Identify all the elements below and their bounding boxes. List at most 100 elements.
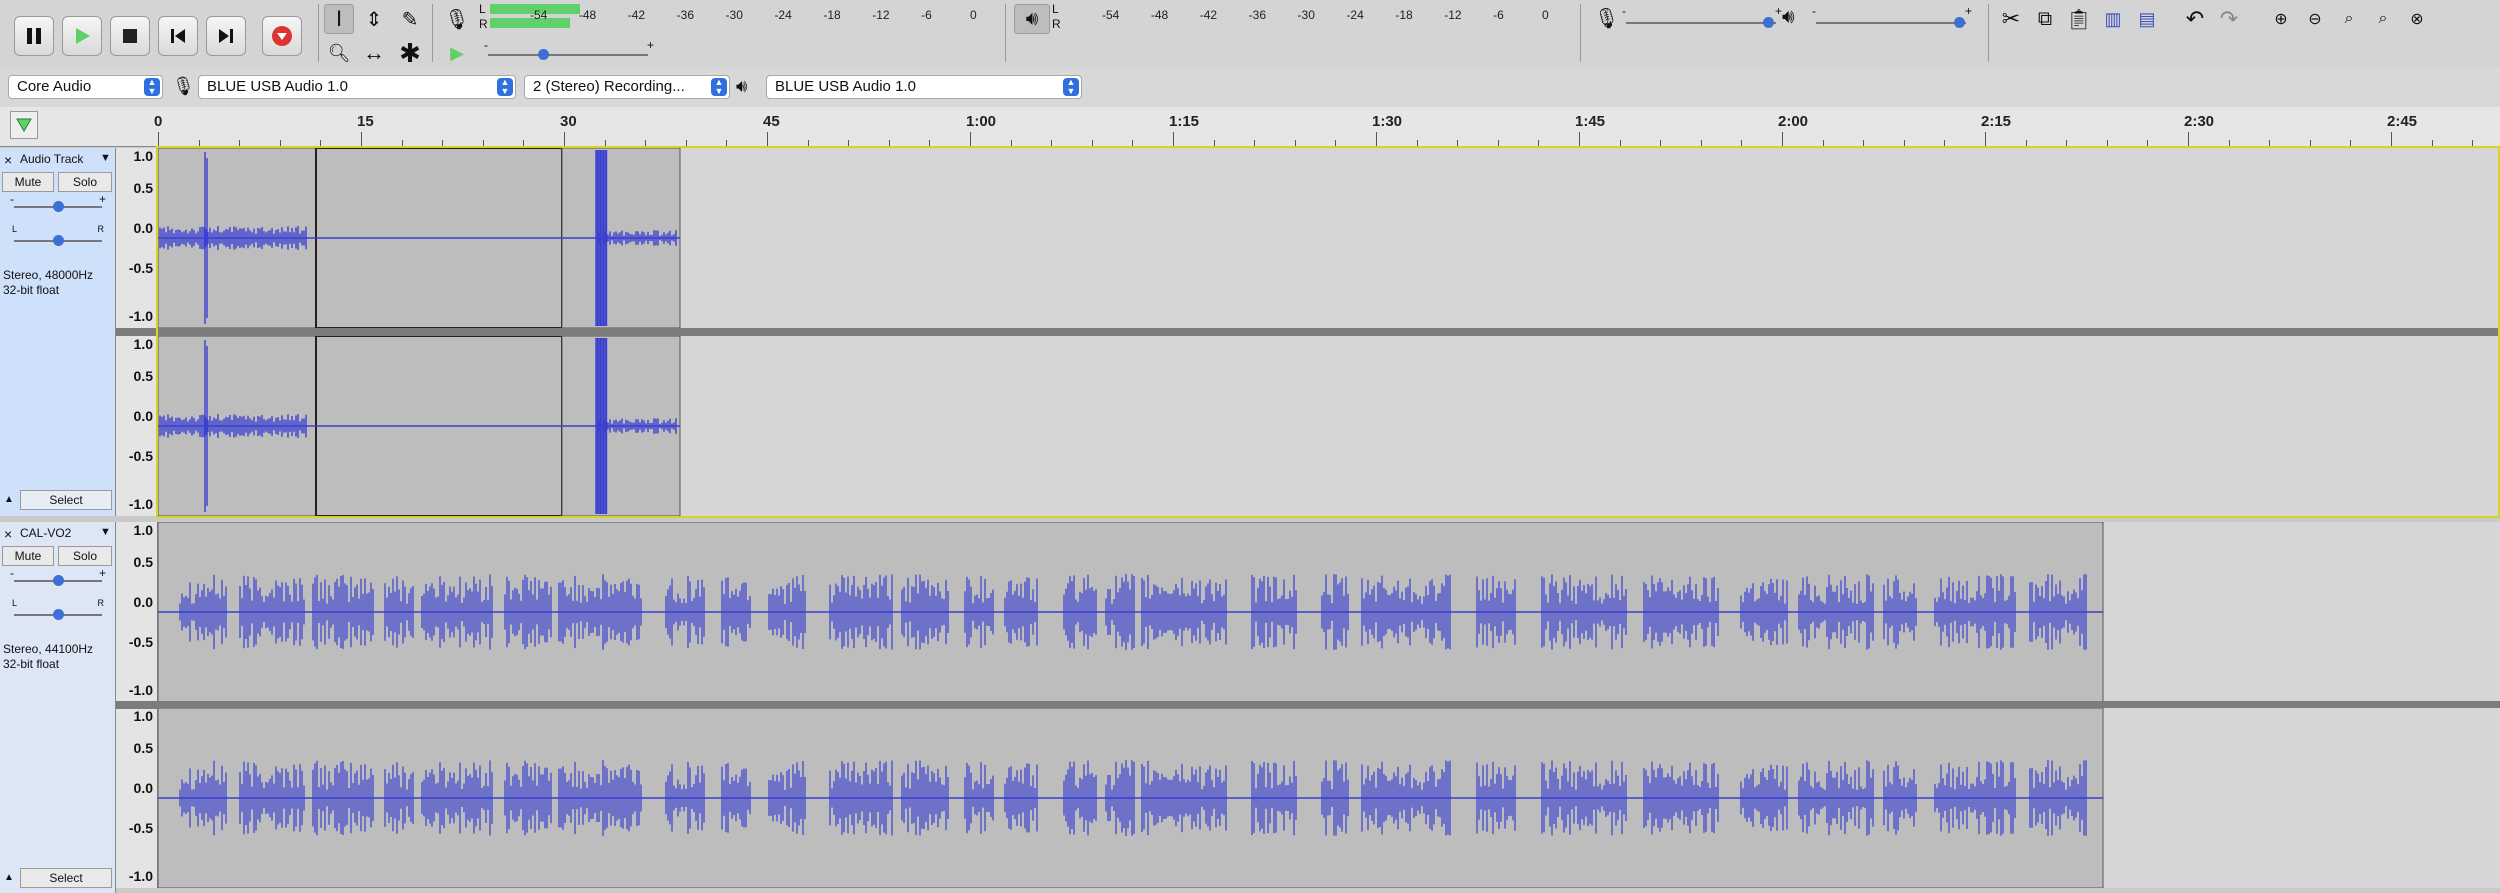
ruler-label: 45: [763, 113, 780, 130]
pan-slider[interactable]: L R: [4, 224, 112, 248]
timeline-options-button[interactable]: [10, 111, 38, 139]
play-button[interactable]: [62, 16, 102, 56]
audio-host-select[interactable]: Core Audio ▲ ▼: [8, 75, 163, 99]
selection-tool[interactable]: I: [324, 4, 354, 34]
waveform-channel-1[interactable]: [157, 521, 2500, 703]
ruler-minor-tick: [2106, 140, 2108, 146]
pan-slider-thumb[interactable]: [53, 609, 64, 620]
paste-button[interactable]: 📋︎: [2064, 4, 2094, 34]
zoom-tool[interactable]: 🔍︎: [324, 38, 354, 68]
close-track-button[interactable]: ×: [4, 526, 12, 542]
envelope-tool[interactable]: ⇕: [359, 4, 389, 34]
meter-tick-label: -24: [1346, 8, 1364, 22]
track-name-menu[interactable]: Audio Track: [20, 152, 83, 166]
play-meter-scale[interactable]: -54 -48 -42 -36 -30 -24 -18 -12 -6 0: [1062, 8, 1562, 24]
copy-button[interactable]: ⧉: [2030, 4, 2060, 34]
collapse-track-icon[interactable]: ▲: [4, 872, 14, 883]
audio-host-value: Core Audio: [17, 78, 92, 95]
gain-slider-thumb[interactable]: [53, 575, 64, 586]
ruler-label: 2:30: [2184, 113, 2215, 130]
pause-button[interactable]: [14, 16, 54, 56]
amplitude-label: 0.5: [133, 740, 153, 756]
track-info: Stereo, 48000Hz 32-bit float: [3, 268, 93, 298]
play-volume-icon: 🔊︎: [1782, 6, 1795, 28]
play-at-speed-button[interactable]: ▶: [442, 38, 472, 68]
play-volume-slider[interactable]: - +: [1812, 4, 1972, 28]
track-name-menu[interactable]: CAL-VO2: [20, 526, 71, 540]
pan-slider-thumb[interactable]: [53, 235, 64, 246]
select-track-button[interactable]: Select: [20, 868, 112, 888]
stop-icon: [123, 29, 137, 43]
skip-to-start-button[interactable]: [158, 16, 198, 56]
skip-to-end-button[interactable]: [206, 16, 246, 56]
meter-tick-label: -42: [1199, 8, 1218, 22]
chevron-down-icon[interactable]: ▼: [100, 526, 111, 538]
rec-vol-minus-label: -: [1622, 4, 1626, 18]
ruler-label: 2:45: [2387, 113, 2418, 130]
select-track-button[interactable]: Select: [20, 490, 112, 510]
ruler-minor-tick: [198, 140, 200, 146]
record-meter-l-label: L: [479, 2, 486, 16]
cut-button[interactable]: ✂: [1996, 4, 2026, 34]
mute-button[interactable]: Mute: [2, 172, 54, 192]
timeline-ruler[interactable]: 0 15 30 45 1:00 1:15 1:30 1:45 2:00 2:15 2:30 2:45: [0, 107, 2500, 147]
silence-button[interactable]: ▤: [2132, 4, 2162, 34]
meter-tick-label: -18: [1395, 8, 1413, 22]
playback-device-select[interactable]: BLUE USB Audio 1.0 ▲ ▼: [766, 75, 1082, 99]
ruler-label: 1:30: [1372, 113, 1403, 130]
waveform-channel-1[interactable]: [157, 147, 2500, 329]
recording-device-select[interactable]: BLUE USB Audio 1.0 ▲ ▼: [198, 75, 516, 99]
speed-slider-thumb[interactable]: [537, 49, 549, 60]
stop-button[interactable]: [110, 16, 150, 56]
mute-button[interactable]: Mute: [2, 546, 54, 566]
zoom-out-button[interactable]: ⊖: [2300, 4, 2330, 34]
amplitude-label: -0.5: [128, 820, 153, 836]
i-beam-icon: I: [335, 6, 343, 31]
meter-tick-label: -12: [1444, 8, 1462, 22]
ruler-major-tick: [1985, 132, 1986, 146]
waveform-channel-2[interactable]: [157, 707, 2500, 889]
draw-tool[interactable]: ✎: [395, 4, 425, 34]
ruler-minor-tick: [1741, 140, 1743, 146]
fit-selection-button[interactable]: ⌕: [2334, 4, 2364, 34]
amplitude-label: 1.0: [133, 708, 153, 724]
channel-splitter[interactable]: [116, 328, 2500, 336]
record-button[interactable]: [262, 16, 302, 56]
ruler-minor-tick: [442, 140, 444, 146]
gain-slider[interactable]: - +: [4, 192, 112, 214]
track-control-panel: × Audio Track ▼ Mute Solo - + L R Stereo…: [0, 148, 116, 516]
time-shift-tool[interactable]: ↔: [359, 38, 389, 68]
meter-tick-label: -6: [1493, 8, 1504, 22]
play-head-triangle-icon: [16, 118, 32, 132]
redo-button[interactable]: ↷: [2214, 4, 2244, 34]
gain-plus-label: +: [98, 566, 106, 580]
play-meter-toggle[interactable]: 🔊︎: [1014, 4, 1050, 34]
recording-channels-select[interactable]: 2 (Stereo) Recording... ▲ ▼: [524, 75, 730, 99]
close-track-button[interactable]: ×: [4, 152, 12, 168]
multi-tool[interactable]: ✱: [395, 38, 425, 68]
amplitude-label: 0.5: [133, 554, 153, 570]
pan-slider[interactable]: L R: [4, 598, 112, 622]
pencil-icon: ✎: [401, 8, 419, 31]
ruler-major-tick: [970, 132, 971, 146]
play-vol-slider-thumb[interactable]: [1954, 17, 1966, 28]
record-volume-slider[interactable]: - +: [1622, 4, 1782, 28]
ruler-minor-tick: [1457, 140, 1459, 146]
chevron-down-icon[interactable]: ▼: [100, 152, 111, 164]
vertical-ruler-ch2: 1.0 0.5 0.0 -0.5 -1.0: [116, 336, 158, 516]
record-meter-toggle[interactable]: 🎙︎: [442, 4, 472, 34]
collapse-track-icon[interactable]: ▲: [4, 494, 14, 505]
fit-project-button[interactable]: ⌕: [2368, 4, 2398, 34]
gain-slider[interactable]: - +: [4, 566, 112, 588]
playback-speed-slider[interactable]: - +: [484, 38, 654, 62]
zoom-toggle-button[interactable]: ⊗: [2402, 4, 2432, 34]
undo-button[interactable]: ↶: [2180, 4, 2210, 34]
gain-slider-thumb[interactable]: [53, 201, 64, 212]
zoom-in-button[interactable]: ⊕: [2266, 4, 2296, 34]
trim-button[interactable]: ▥: [2098, 4, 2128, 34]
rec-vol-slider-thumb[interactable]: [1762, 17, 1774, 28]
solo-button[interactable]: Solo: [58, 172, 112, 192]
ruler-minor-tick: [1335, 140, 1337, 146]
solo-button[interactable]: Solo: [58, 546, 112, 566]
waveform-channel-2[interactable]: [157, 335, 2500, 517]
